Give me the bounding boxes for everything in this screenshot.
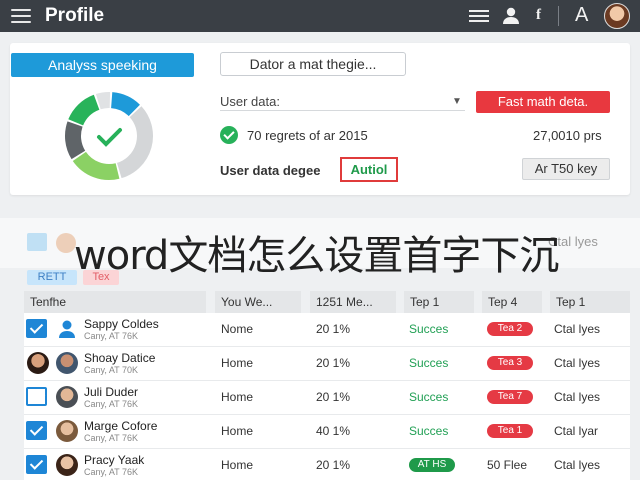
row-subtext: Cany, AT 76K bbox=[84, 467, 139, 477]
row-status: Succes bbox=[409, 424, 449, 438]
row-tag-badge: Tea 2 bbox=[487, 322, 533, 336]
row-extra: Ctal lyar bbox=[554, 424, 599, 438]
check-circle-icon bbox=[220, 126, 238, 144]
donut-segment-6 bbox=[95, 92, 111, 110]
check-icon bbox=[97, 128, 122, 147]
donut-segment-1 bbox=[110, 92, 140, 117]
row-type: Home bbox=[221, 458, 254, 472]
avatar bbox=[56, 352, 78, 374]
donut-chart bbox=[65, 92, 153, 180]
top-bar: Profile f A bbox=[0, 0, 640, 32]
fast-math-button[interactable]: Fast math deta. bbox=[476, 91, 610, 113]
analysis-button[interactable]: Analyss speeking bbox=[11, 53, 194, 77]
row-checkbox[interactable] bbox=[26, 421, 47, 440]
avatar bbox=[56, 420, 78, 442]
toolbar-divider bbox=[558, 6, 559, 26]
column-header-type[interactable]: You We... bbox=[215, 291, 301, 313]
degree-value-field[interactable]: Autiol bbox=[340, 157, 398, 182]
reports-text: 70 regrets of ar 2015 bbox=[247, 128, 368, 143]
menu-icon[interactable] bbox=[11, 9, 31, 23]
row-status: Succes bbox=[409, 356, 449, 370]
row-status-badge: AT HS bbox=[409, 458, 455, 472]
f-icon[interactable]: f bbox=[536, 7, 541, 27]
donut-segment-4 bbox=[65, 121, 86, 160]
row-extra: Ctal lyes bbox=[554, 390, 601, 404]
row-type: Home bbox=[221, 390, 254, 404]
overlay-headline: word文档怎么设置首字下沉 bbox=[74, 233, 559, 279]
row-extra: Ctal lyes bbox=[554, 458, 601, 472]
avatar[interactable] bbox=[604, 3, 630, 29]
avatar bbox=[56, 317, 78, 339]
row-percent: 20 1% bbox=[316, 356, 351, 370]
row-tag-badge: Tea 3 bbox=[487, 356, 533, 370]
column-header-extra[interactable]: Tep 1 bbox=[550, 291, 630, 313]
user-data-dropdown[interactable] bbox=[220, 110, 465, 111]
row-tag-badge: Tea 1 bbox=[487, 424, 533, 438]
row-name: Juli Duder bbox=[84, 385, 139, 399]
row-checkbox[interactable] bbox=[26, 319, 47, 338]
column-header-status[interactable]: Tep 1 bbox=[404, 291, 474, 313]
checkbox-icon[interactable] bbox=[27, 233, 47, 251]
row-name: Sappy Coldes bbox=[84, 317, 159, 331]
donut-segment-5 bbox=[68, 94, 100, 126]
user-data-label: User data: bbox=[220, 94, 280, 109]
avatar bbox=[56, 454, 78, 476]
row-percent: 20 1% bbox=[316, 322, 351, 336]
reports-value: 27,0010 prs bbox=[533, 128, 602, 143]
row-status: Succes bbox=[409, 390, 449, 404]
row-subtext: Cany, AT 76K bbox=[84, 433, 139, 443]
row-type: Home bbox=[221, 356, 254, 370]
tag-pill-rett[interactable]: RETT bbox=[27, 270, 77, 285]
tag-pill-tex[interactable]: Tex bbox=[83, 270, 119, 285]
row-percent: 20 1% bbox=[316, 458, 351, 472]
donut-segment-2 bbox=[116, 106, 153, 179]
row-name: Marge Cofore bbox=[84, 419, 158, 433]
row-name: Shoay Datice bbox=[84, 351, 156, 365]
avatar bbox=[56, 233, 76, 253]
column-header-tag[interactable]: Tep 4 bbox=[482, 291, 542, 313]
user-icon[interactable] bbox=[501, 6, 521, 26]
row-extra: Ctal lyes bbox=[554, 356, 601, 370]
row-checkbox[interactable] bbox=[26, 455, 47, 474]
column-header-name[interactable]: Tenfhe bbox=[24, 291, 206, 313]
page-title: Profile bbox=[45, 5, 105, 26]
row-subtext: Cany, AT 70K bbox=[84, 365, 139, 375]
row-name: Pracy Yaak bbox=[84, 453, 145, 467]
row-extra: Ctal lyes bbox=[554, 322, 601, 336]
list-icon[interactable] bbox=[469, 10, 489, 30]
row-subtext: Cany, AT 76K bbox=[84, 399, 139, 409]
row-status: Succes bbox=[409, 322, 449, 336]
avatar bbox=[56, 386, 78, 408]
row-type: Home bbox=[221, 424, 254, 438]
a-icon[interactable]: A bbox=[575, 4, 588, 26]
key-button[interactable]: Ar T50 key bbox=[522, 158, 610, 180]
row-percent: 20 1% bbox=[316, 390, 351, 404]
row-tag-badge: Tea 7 bbox=[487, 390, 533, 404]
row-subtext: Cany, AT 76K bbox=[84, 331, 139, 341]
column-header-percent[interactable]: 1251 Me... bbox=[310, 291, 396, 313]
row-type: Nome bbox=[221, 322, 254, 336]
row-tag: 50 Flee bbox=[487, 458, 528, 472]
row-percent: 40 1% bbox=[316, 424, 351, 438]
chevron-down-icon[interactable]: ▼ bbox=[452, 96, 462, 107]
degree-label: User data degee bbox=[220, 163, 321, 178]
donut-segment-3 bbox=[72, 151, 120, 180]
dataset-select-button[interactable]: Dator a mat thegie... bbox=[220, 52, 406, 76]
row-checkbox[interactable] bbox=[26, 387, 47, 406]
avatar bbox=[27, 352, 49, 374]
